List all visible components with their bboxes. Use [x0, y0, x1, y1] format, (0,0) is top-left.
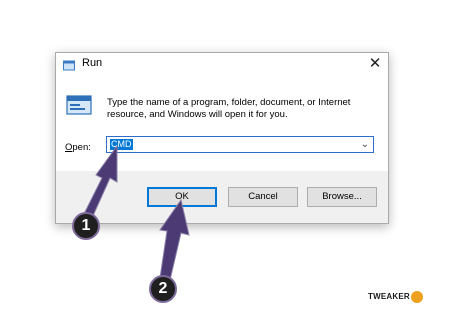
step-2-badge: 2 — [149, 275, 177, 303]
arrow-2 — [159, 198, 190, 281]
annotation-arrows — [83, 144, 190, 281]
step-1-badge: 1 — [72, 212, 100, 240]
watermark-logo-mark — [411, 291, 423, 303]
watermark-logo: TWEAKER — [368, 292, 410, 301]
arrow-1 — [83, 144, 118, 219]
